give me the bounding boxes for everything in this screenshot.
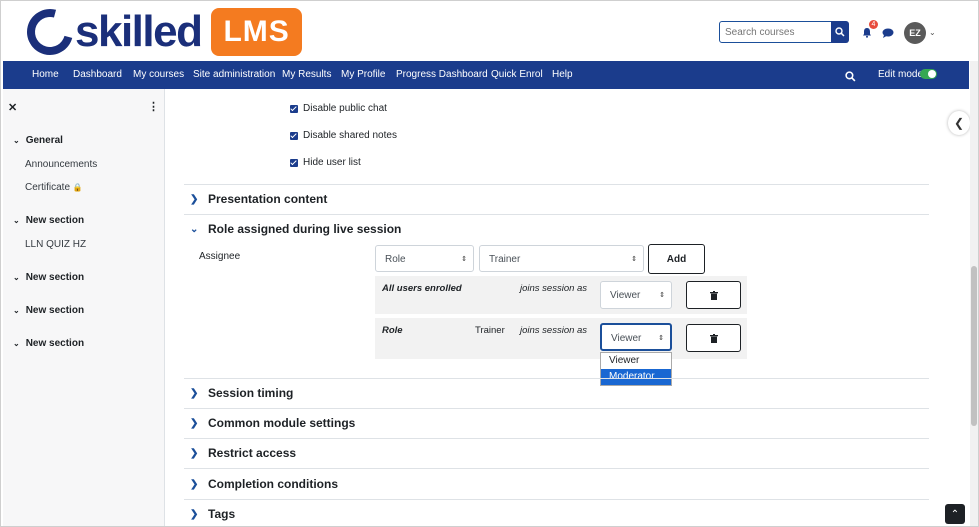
select-arrows-icon: ⇕ — [658, 335, 664, 342]
user-avatar[interactable]: EZ — [904, 22, 926, 44]
chevron-down-icon: ⌄ — [190, 223, 199, 235]
checkbox-checked-icon — [290, 158, 298, 167]
sidebar-section-new-4[interactable]: ⌄ New section — [13, 338, 84, 349]
delete-rule-1-button[interactable] — [686, 281, 741, 309]
section-role-assigned[interactable]: ⌄ Role assigned during live session — [190, 222, 401, 236]
chevron-right-icon: ❯ — [190, 447, 199, 459]
logo-lms-badge: LMS — [211, 8, 302, 56]
assignee-label: Assignee — [199, 251, 241, 262]
course-search-input[interactable] — [719, 21, 832, 43]
rule-joins-text: joins session as — [520, 325, 588, 336]
eskilled-logo[interactable]: skilled LMS — [18, 1, 302, 64]
bell-icon — [863, 28, 871, 38]
trash-icon — [709, 333, 718, 343]
trash-icon — [709, 290, 718, 300]
divider — [184, 214, 929, 215]
lock-icon: 🔒 — [72, 183, 83, 192]
hide-user-list-checkbox[interactable]: Hide user list — [290, 157, 361, 168]
sidebar-item-certificate[interactable]: Certificate 🔒 — [25, 182, 83, 193]
search-submit-button[interactable] — [831, 21, 849, 43]
join-as-dropdown-list: Viewer Moderator — [600, 352, 672, 386]
chevron-right-icon: ❯ — [190, 417, 199, 429]
rule-who: All users enrolled — [382, 283, 462, 294]
section-completion-conditions[interactable]: ❯ Completion conditions — [190, 477, 338, 491]
chevron-down-icon: ⌄ — [13, 216, 20, 225]
search-icon — [835, 27, 845, 37]
select-arrows-icon: ⇕ — [461, 256, 467, 263]
divider — [184, 184, 929, 185]
delete-rule-2-button[interactable] — [686, 324, 741, 352]
disable-public-chat-checkbox[interactable]: Disable public chat — [290, 103, 387, 114]
site-header: skilled LMS 4 EZ ⌄ — [1, 1, 978, 64]
rule-who: Role — [382, 325, 403, 336]
chevron-right-icon: ❯ — [190, 193, 199, 205]
section-presentation-content[interactable]: ❯ Presentation content — [190, 192, 327, 206]
close-drawer-icon[interactable]: ✕ — [8, 101, 17, 114]
logo-e-mark — [18, 1, 82, 64]
nav-progress-dashboard[interactable]: Progress Dashboard — [396, 69, 488, 80]
search-icon — [845, 71, 856, 82]
sidebar-section-new-2[interactable]: ⌄ New section — [13, 272, 84, 283]
divider — [184, 408, 929, 409]
nav-dashboard[interactable]: Dashboard — [73, 69, 122, 80]
divider — [184, 499, 929, 500]
section-common-module-settings[interactable]: ❯ Common module settings — [190, 416, 355, 430]
user-menu-chevron-icon[interactable]: ⌄ — [929, 28, 936, 37]
section-tags[interactable]: ❯ Tags — [190, 507, 235, 521]
nav-quick-enrol[interactable]: Quick Enrol — [491, 69, 543, 80]
chat-bubble-icon — [882, 28, 894, 38]
drawer-options-kebab-icon[interactable]: ⋮ — [148, 100, 159, 113]
sidebar-item-lln-quiz[interactable]: LLN QUIZ HZ — [25, 239, 86, 250]
nav-search-button[interactable] — [845, 69, 856, 87]
section-restrict-access[interactable]: ❯ Restrict access — [190, 446, 296, 460]
chevron-down-icon: ⌄ — [13, 273, 20, 282]
add-assignee-button[interactable]: Add — [648, 244, 705, 274]
page-scrollbar-thumb[interactable] — [971, 266, 977, 426]
nav-site-administration[interactable]: Site administration — [193, 69, 275, 80]
select-arrows-icon: ⇕ — [659, 292, 665, 299]
checkbox-checked-icon — [290, 104, 298, 113]
dropdown-option-moderator[interactable]: Moderator — [601, 369, 671, 385]
chevron-down-icon: ⌄ — [13, 136, 20, 145]
back-to-top-chevron-up-icon[interactable]: ⌃ — [945, 504, 965, 524]
select-arrows-icon: ⇕ — [631, 256, 637, 263]
edit-mode-label: Edit mode — [878, 69, 924, 80]
edit-mode-toggle[interactable] — [920, 69, 937, 79]
notification-count-badge: 4 — [869, 20, 878, 29]
chevron-right-icon: ❯ — [190, 478, 199, 490]
open-block-drawer-chevron-left-icon[interactable]: ❮ — [948, 111, 970, 135]
rule-detail: Trainer — [475, 325, 505, 336]
disable-shared-notes-checkbox[interactable]: Disable shared notes — [290, 130, 397, 141]
chevron-down-icon: ⌄ — [13, 306, 20, 315]
section-session-timing[interactable]: ❯ Session timing — [190, 386, 293, 400]
rule-2-join-as-select[interactable]: Viewer ⇕ — [600, 323, 672, 351]
dropdown-option-viewer[interactable]: Viewer — [601, 353, 671, 369]
assignee-type-select[interactable]: Role ⇕ — [375, 245, 474, 272]
page: skilled LMS 4 EZ ⌄ Home Dashboard My cou… — [0, 0, 979, 527]
course-index-drawer: ✕ ⋮ ⌄ General Announcements Certificate 🔒… — [3, 89, 165, 526]
divider — [184, 438, 929, 439]
chevron-right-icon: ❯ — [190, 387, 199, 399]
nav-home[interactable]: Home — [32, 69, 59, 80]
sidebar-section-new-1[interactable]: ⌄ New section — [13, 215, 84, 226]
settings-form: Disable public chat Disable shared notes… — [166, 89, 941, 526]
sidebar-section-general[interactable]: ⌄ General — [13, 135, 63, 146]
messages-button[interactable] — [882, 25, 894, 43]
chevron-right-icon: ❯ — [190, 508, 199, 520]
sidebar-section-new-3[interactable]: ⌄ New section — [13, 305, 84, 316]
nav-help[interactable]: Help — [552, 69, 573, 80]
assignee-role-select[interactable]: Trainer ⇕ — [479, 245, 644, 272]
nav-my-courses[interactable]: My courses — [133, 69, 184, 80]
divider — [184, 468, 929, 469]
rule-joins-text: joins session as — [520, 283, 588, 294]
nav-my-results[interactable]: My Results — [282, 69, 331, 80]
sidebar-item-announcements[interactable]: Announcements — [25, 159, 97, 170]
logo-wordmark: skilled — [75, 7, 203, 56]
primary-navigation: Home Dashboard My courses Site administr… — [3, 61, 969, 89]
nav-my-profile[interactable]: My Profile — [341, 69, 385, 80]
checkbox-checked-icon — [290, 131, 298, 140]
chevron-down-icon: ⌄ — [13, 339, 20, 348]
divider — [184, 378, 929, 379]
rule-1-join-as-select[interactable]: Viewer ⇕ — [600, 281, 672, 309]
